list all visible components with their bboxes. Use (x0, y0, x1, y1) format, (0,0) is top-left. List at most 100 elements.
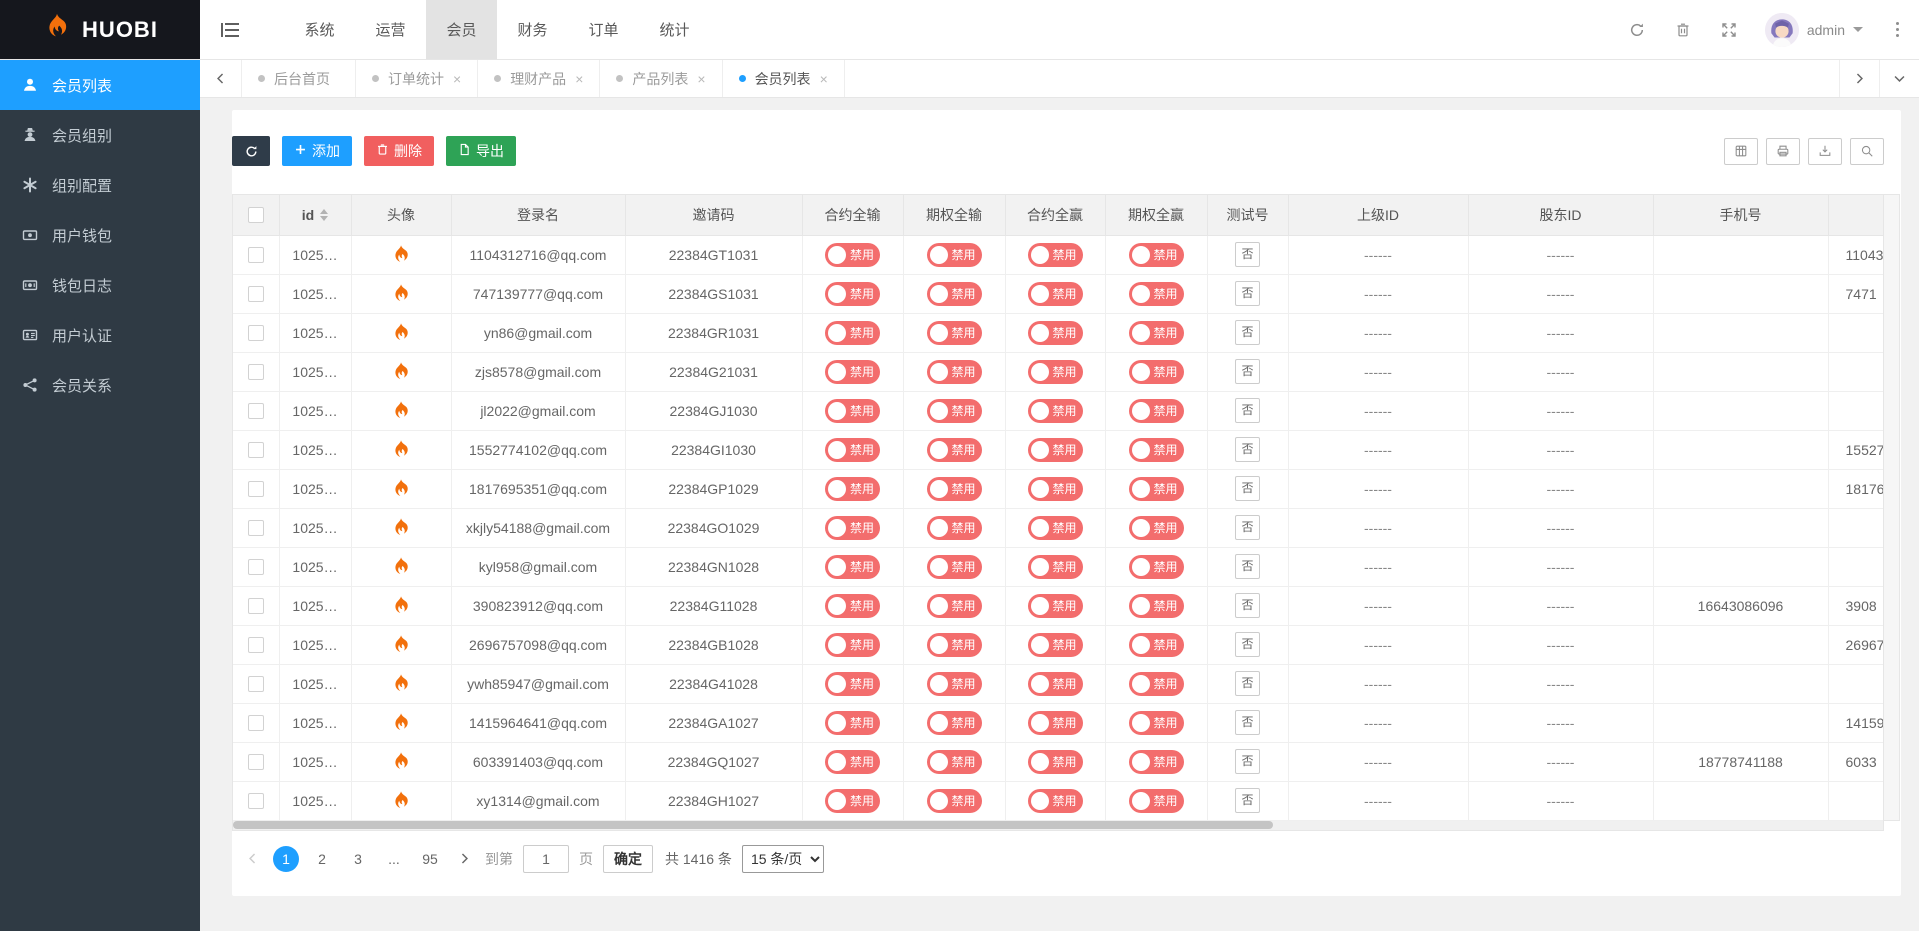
tabs-scroll-left-icon[interactable] (200, 60, 242, 97)
print-icon[interactable] (1766, 138, 1800, 165)
test-account-flag[interactable]: 否 (1235, 515, 1260, 540)
delete-button[interactable]: 删除 (364, 136, 434, 166)
test-account-flag[interactable]: 否 (1235, 359, 1260, 384)
test-account-flag[interactable]: 否 (1235, 671, 1260, 696)
contract-win-toggle[interactable]: 禁用 (1028, 711, 1083, 735)
search-icon[interactable] (1850, 138, 1884, 165)
row-checkbox[interactable] (248, 481, 264, 497)
page-number[interactable]: 2 (309, 846, 335, 872)
sidebar-item[interactable]: 用户钱包 (0, 210, 200, 260)
horizontal-scrollbar[interactable] (232, 821, 1884, 831)
columns-filter-icon[interactable] (1724, 138, 1758, 165)
contract-lose-toggle[interactable]: 禁用 (825, 477, 880, 501)
contract-lose-toggle[interactable]: 禁用 (825, 243, 880, 267)
fullscreen-icon[interactable] (1719, 20, 1739, 40)
option-lose-toggle[interactable]: 禁用 (927, 750, 982, 774)
tabs-menu-icon[interactable] (1879, 60, 1919, 97)
test-account-flag[interactable]: 否 (1235, 710, 1260, 735)
nav-menu-item[interactable]: 会员 (426, 0, 497, 59)
row-checkbox[interactable] (248, 754, 264, 770)
page-number[interactable]: 1 (273, 846, 299, 872)
test-account-flag[interactable]: 否 (1235, 398, 1260, 423)
option-win-toggle[interactable]: 禁用 (1129, 321, 1184, 345)
tabs-scroll-right-icon[interactable] (1839, 60, 1879, 97)
row-checkbox[interactable] (248, 325, 264, 341)
contract-lose-toggle[interactable]: 禁用 (825, 672, 880, 696)
option-lose-toggle[interactable]: 禁用 (927, 711, 982, 735)
row-checkbox[interactable] (248, 637, 264, 653)
next-page-icon[interactable] (453, 848, 475, 870)
tab-item[interactable]: 后台首页 × (242, 60, 356, 97)
row-checkbox[interactable] (248, 793, 264, 809)
row-checkbox[interactable] (248, 247, 264, 263)
option-win-toggle[interactable]: 禁用 (1129, 243, 1184, 267)
row-checkbox[interactable] (248, 403, 264, 419)
sidebar-item[interactable]: 会员关系 (0, 360, 200, 410)
tab-item[interactable]: 产品列表 × (600, 60, 722, 97)
contract-lose-toggle[interactable]: 禁用 (825, 711, 880, 735)
option-lose-toggle[interactable]: 禁用 (927, 243, 982, 267)
tab-close-icon[interactable]: × (575, 72, 583, 86)
tab-item[interactable]: 会员列表 × (723, 60, 845, 97)
confirm-button[interactable]: 确定 (603, 845, 653, 873)
contract-lose-toggle[interactable]: 禁用 (825, 360, 880, 384)
row-checkbox[interactable] (248, 520, 264, 536)
tab-close-icon[interactable]: × (697, 72, 705, 86)
kebab-menu-icon[interactable] (1889, 22, 1905, 37)
tab-close-icon[interactable]: × (453, 72, 461, 86)
contract-lose-toggle[interactable]: 禁用 (825, 399, 880, 423)
option-win-toggle[interactable]: 禁用 (1129, 750, 1184, 774)
option-lose-toggle[interactable]: 禁用 (927, 477, 982, 501)
option-lose-toggle[interactable]: 禁用 (927, 438, 982, 462)
option-win-toggle[interactable]: 禁用 (1129, 516, 1184, 540)
contract-lose-toggle[interactable]: 禁用 (825, 789, 880, 813)
option-win-toggle[interactable]: 禁用 (1129, 711, 1184, 735)
nav-menu-item[interactable]: 财务 (497, 0, 568, 59)
option-lose-toggle[interactable]: 禁用 (927, 399, 982, 423)
test-account-flag[interactable]: 否 (1235, 554, 1260, 579)
col-header-id[interactable]: id (279, 195, 351, 235)
row-checkbox[interactable] (248, 364, 264, 380)
download-export-icon[interactable] (1808, 138, 1842, 165)
option-win-toggle[interactable]: 禁用 (1129, 594, 1184, 618)
sidebar-item[interactable]: 用户认证 (0, 310, 200, 360)
contract-win-toggle[interactable]: 禁用 (1028, 555, 1083, 579)
test-account-flag[interactable]: 否 (1235, 437, 1260, 462)
test-account-flag[interactable]: 否 (1235, 749, 1260, 774)
tab-close-icon[interactable]: × (820, 72, 828, 86)
contract-win-toggle[interactable]: 禁用 (1028, 321, 1083, 345)
option-win-toggle[interactable]: 禁用 (1129, 789, 1184, 813)
page-number[interactable]: 95 (417, 846, 443, 872)
contract-win-toggle[interactable]: 禁用 (1028, 438, 1083, 462)
contract-lose-toggle[interactable]: 禁用 (825, 555, 880, 579)
test-account-flag[interactable]: 否 (1235, 788, 1260, 813)
option-win-toggle[interactable]: 禁用 (1129, 633, 1184, 657)
option-lose-toggle[interactable]: 禁用 (927, 282, 982, 306)
contract-win-toggle[interactable]: 禁用 (1028, 594, 1083, 618)
contract-lose-toggle[interactable]: 禁用 (825, 282, 880, 306)
contract-win-toggle[interactable]: 禁用 (1028, 516, 1083, 540)
option-lose-toggle[interactable]: 禁用 (927, 321, 982, 345)
nav-menu-item[interactable]: 订单 (568, 0, 639, 59)
user-menu[interactable]: admin (1765, 13, 1863, 47)
option-lose-toggle[interactable]: 禁用 (927, 360, 982, 384)
tab-item[interactable]: 理财产品 × (478, 60, 600, 97)
option-lose-toggle[interactable]: 禁用 (927, 672, 982, 696)
option-win-toggle[interactable]: 禁用 (1129, 360, 1184, 384)
row-checkbox[interactable] (248, 559, 264, 575)
test-account-flag[interactable]: 否 (1235, 632, 1260, 657)
contract-win-toggle[interactable]: 禁用 (1028, 282, 1083, 306)
sidebar-item[interactable]: 会员列表 (0, 60, 200, 110)
contract-win-toggle[interactable]: 禁用 (1028, 360, 1083, 384)
test-account-flag[interactable]: 否 (1235, 593, 1260, 618)
contract-win-toggle[interactable]: 禁用 (1028, 477, 1083, 501)
option-win-toggle[interactable]: 禁用 (1129, 672, 1184, 696)
export-button[interactable]: 导出 (446, 136, 516, 166)
row-checkbox[interactable] (248, 286, 264, 302)
test-account-flag[interactable]: 否 (1235, 281, 1260, 306)
option-win-toggle[interactable]: 禁用 (1129, 555, 1184, 579)
contract-lose-toggle[interactable]: 禁用 (825, 633, 880, 657)
option-lose-toggle[interactable]: 禁用 (927, 633, 982, 657)
contract-win-toggle[interactable]: 禁用 (1028, 789, 1083, 813)
prev-page-icon[interactable] (241, 848, 263, 870)
